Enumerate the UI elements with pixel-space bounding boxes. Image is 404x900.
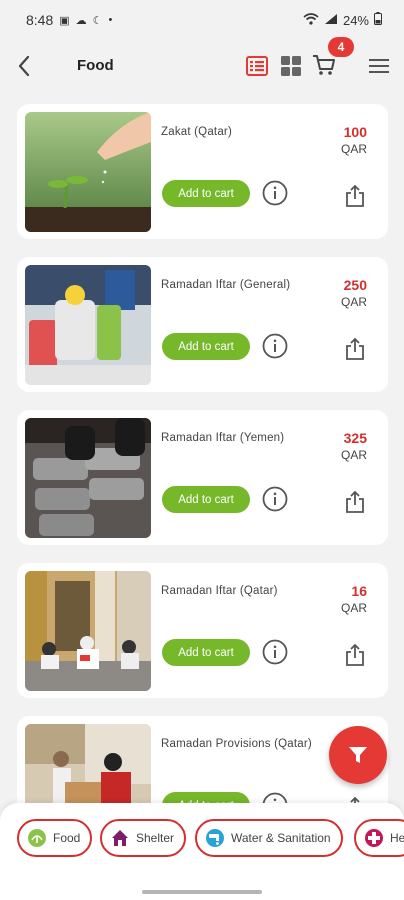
product-list[interactable]: Zakat (Qatar) 100 QAR Add to cart Ramada…: [17, 96, 388, 803]
category-label: He: [390, 831, 404, 845]
health-icon: [364, 828, 384, 848]
grid-view-icon[interactable]: [281, 56, 301, 76]
product-card: Ramadan Iftar (General) 250 QAR Add to c…: [17, 257, 388, 392]
add-to-cart-button[interactable]: Add to cart: [162, 180, 250, 207]
product-price: 16: [351, 583, 367, 599]
cart-count-badge: 4: [328, 37, 354, 57]
app-bar: Food 4: [0, 37, 404, 94]
product-title: Ramadan Provisions (Qatar): [161, 738, 312, 750]
product-card: Ramadan Iftar (Qatar) 16 QAR Add to cart: [17, 563, 388, 698]
category-chip-shelter[interactable]: Shelter: [100, 819, 187, 857]
add-to-cart-button[interactable]: Add to cart: [162, 486, 250, 513]
share-icon[interactable]: [345, 643, 365, 667]
product-currency: QAR: [340, 142, 367, 156]
category-chip-food[interactable]: Food: [17, 819, 93, 857]
filter-button[interactable]: [329, 726, 387, 784]
category-label: Water & Sanitation: [231, 831, 331, 845]
info-icon[interactable]: [262, 792, 288, 803]
share-icon[interactable]: [345, 337, 365, 361]
water-tap-icon: [205, 828, 225, 848]
category-chip-water-sanitation[interactable]: Water & Sanitation: [195, 819, 343, 857]
status-time: 8:48: [26, 12, 54, 28]
share-icon[interactable]: [345, 184, 365, 208]
info-icon[interactable]: [262, 639, 288, 665]
product-title: Ramadan Iftar (Qatar): [161, 585, 278, 597]
wifi-icon: [303, 12, 319, 28]
product-image: [25, 724, 151, 803]
list-view-icon[interactable]: [246, 56, 268, 76]
battery-percent: 24%: [342, 12, 369, 28]
back-arrow-icon[interactable]: [10, 51, 40, 81]
product-price: 325: [343, 430, 367, 446]
add-to-cart-button[interactable]: Add to cart: [162, 792, 250, 803]
info-icon[interactable]: [262, 486, 288, 512]
product-image: [25, 112, 151, 232]
status-bar: 8:48 ▣ ☁ ☾ • 24%: [0, 0, 404, 40]
product-currency: QAR: [340, 601, 367, 615]
hamburger-menu-icon[interactable]: [368, 57, 390, 75]
house-icon: [110, 828, 130, 848]
category-label: Shelter: [136, 831, 175, 845]
food-icon: [27, 828, 47, 848]
product-title: Ramadan Iftar (Yemen): [161, 432, 285, 444]
category-label: Food: [53, 831, 81, 845]
product-currency: QAR: [340, 295, 367, 309]
product-title: Zakat (Qatar): [161, 126, 232, 138]
gallery-icon: ▣: [59, 14, 70, 27]
page-title: Food: [77, 57, 114, 74]
product-card: Zakat (Qatar) 100 QAR Add to cart: [17, 104, 388, 239]
product-image: [25, 265, 151, 385]
battery-icon: [374, 12, 382, 28]
product-title: Ramadan Iftar (General): [161, 279, 291, 291]
add-to-cart-button[interactable]: Add to cart: [162, 333, 250, 360]
category-bar: Food Shelter Water & Sanitation He: [0, 803, 404, 900]
weather-icon: ☁: [75, 14, 87, 27]
share-icon[interactable]: [345, 490, 365, 514]
add-to-cart-button[interactable]: Add to cart: [162, 639, 250, 666]
product-image: [25, 418, 151, 538]
signal-icon: [324, 13, 338, 28]
home-indicator[interactable]: [142, 890, 262, 894]
product-image: [25, 571, 151, 691]
product-price: 100: [343, 124, 367, 140]
product-price: 250: [343, 277, 367, 293]
moon-icon: ☾: [92, 14, 103, 27]
dot-icon: •: [108, 14, 113, 26]
product-card: Ramadan Iftar (Yemen) 325 QAR Add to car…: [17, 410, 388, 545]
product-currency: QAR: [340, 448, 367, 462]
share-icon[interactable]: [345, 796, 365, 803]
info-icon[interactable]: [262, 180, 288, 206]
category-chip-health[interactable]: He: [354, 819, 404, 857]
filter-icon: [349, 747, 367, 763]
info-icon[interactable]: [262, 333, 288, 359]
